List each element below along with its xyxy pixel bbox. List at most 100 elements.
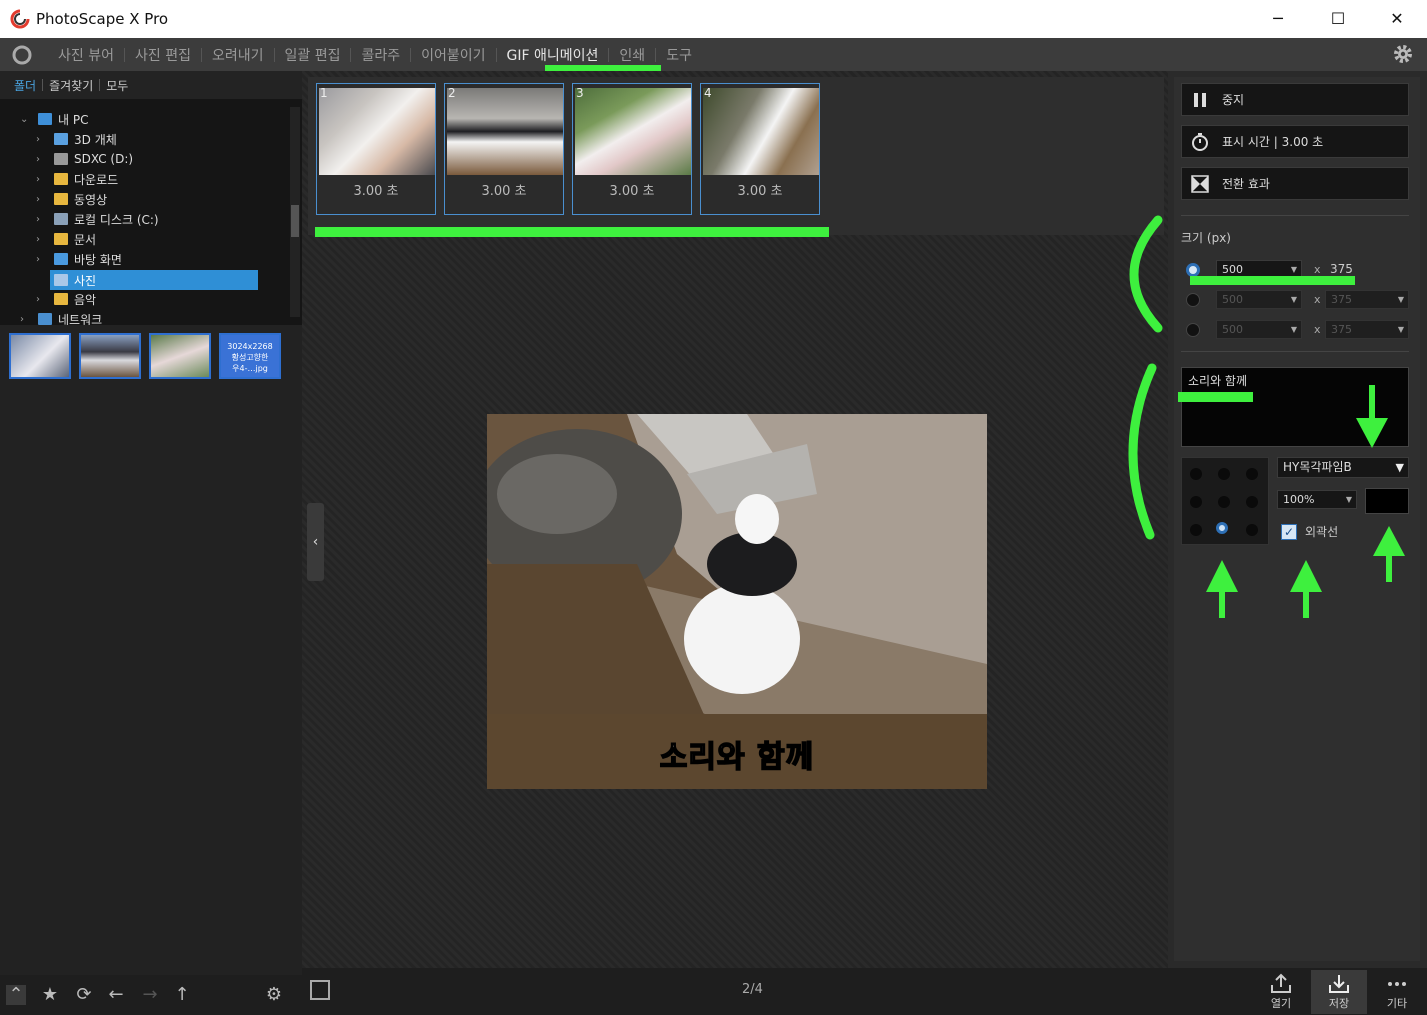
open-button[interactable]: 열기 xyxy=(1253,970,1309,1014)
position-top-center[interactable] xyxy=(1218,468,1230,480)
home-icon[interactable] xyxy=(10,44,34,66)
page-indicator: 2/4 xyxy=(742,982,763,997)
annotation-underline xyxy=(315,227,829,237)
text-color-swatch[interactable] xyxy=(1365,488,1409,514)
folder-icon xyxy=(54,253,68,265)
folder-icon xyxy=(54,133,68,145)
folder-icon xyxy=(54,173,68,185)
tree-item-videos[interactable]: › 동영상 xyxy=(36,189,107,209)
tree-item-documents[interactable]: › 문서 xyxy=(36,229,96,249)
tree-item-network[interactable]: › 네트워크 xyxy=(20,309,102,325)
forward-arrow-icon[interactable]: → xyxy=(140,985,160,1005)
tree-item-downloads[interactable]: › 다운로드 xyxy=(36,169,118,189)
main-menu: 사진 뷰어 사진 편집 오려내기 일괄 편집 콜라주 이어붙이기 GIF 애니메… xyxy=(0,38,1427,71)
tree-item-sdxc[interactable]: › SDXC (D:) xyxy=(36,149,133,169)
transition-icon xyxy=(1191,174,1209,193)
up-arrow-icon[interactable]: ↑ xyxy=(172,985,192,1005)
menu-batch[interactable]: 일괄 편집 xyxy=(275,45,351,65)
tree-item-desktop[interactable]: › 바탕 화면 xyxy=(36,249,122,269)
star-icon[interactable]: ★ xyxy=(40,985,60,1005)
position-middle-center[interactable] xyxy=(1218,496,1230,508)
gif-preview: 소리와 함께 xyxy=(487,414,987,789)
folder-icon xyxy=(54,293,68,305)
maximize-button[interactable]: ☐ xyxy=(1315,6,1361,32)
menu-photo-editor[interactable]: 사진 편집 xyxy=(125,45,201,65)
file-thumbnail[interactable] xyxy=(79,333,141,379)
save-button[interactable]: 저장 xyxy=(1311,970,1367,1014)
tree-item-music[interactable]: › 음악 xyxy=(36,289,96,309)
outline-checkbox[interactable]: ✓ 외곽선 xyxy=(1281,523,1338,540)
size-radio-2[interactable] xyxy=(1186,293,1200,307)
annotation-underline xyxy=(545,65,661,71)
tree-item-pictures[interactable]: 사진 xyxy=(50,270,258,290)
collapse-left-panel-button[interactable]: ‹ xyxy=(307,503,324,581)
back-arrow-icon[interactable]: ← xyxy=(106,985,126,1005)
tab-all[interactable]: 모두 xyxy=(100,77,134,94)
window-title: PhotoScape X Pro xyxy=(36,10,169,28)
frame-duration: 3.00 초 xyxy=(609,184,655,199)
gif-frame[interactable]: 2 3.00 초 xyxy=(444,83,564,215)
scale-select[interactable]: 100% ▼ xyxy=(1277,490,1357,509)
position-bottom-right[interactable] xyxy=(1246,524,1258,536)
display-time-button[interactable]: 표시 시간 | 3.00 초 xyxy=(1181,125,1409,158)
position-top-right[interactable] xyxy=(1246,468,1258,480)
menu-photo-viewer[interactable]: 사진 뷰어 xyxy=(48,45,124,65)
position-middle-left[interactable] xyxy=(1190,496,1202,508)
gif-frame[interactable]: 3 3.00 초 xyxy=(572,83,692,215)
menu-print[interactable]: 인쇄 xyxy=(609,45,655,65)
font-select[interactable]: HY목각파임B ▼ xyxy=(1277,457,1409,478)
upload-icon xyxy=(1271,973,1291,993)
caption-text-input[interactable]: 소리와 함께 xyxy=(1181,367,1409,447)
file-thumbnail[interactable] xyxy=(9,333,71,379)
workspace: 1 3.00 초 2 3.00 초 3 3.00 초 4 3.00 초 ‹ 소리… xyxy=(302,71,1168,968)
position-bottom-left[interactable] xyxy=(1190,524,1202,536)
drive-icon xyxy=(54,213,68,225)
gif-frame[interactable]: 1 3.00 초 xyxy=(316,83,436,215)
download-icon xyxy=(1329,975,1349,993)
stop-button[interactable]: 중지 xyxy=(1181,83,1409,116)
position-middle-right[interactable] xyxy=(1246,496,1258,508)
size-radio-3[interactable] xyxy=(1186,323,1200,337)
position-top-left[interactable] xyxy=(1190,468,1202,480)
frame-image xyxy=(319,88,435,175)
position-bottom-center[interactable] xyxy=(1216,522,1228,534)
frame-image xyxy=(447,88,563,175)
menu-collage[interactable]: 콜라주 xyxy=(351,45,410,65)
drive-icon xyxy=(54,153,68,165)
text-position-grid xyxy=(1181,457,1269,545)
transition-effect-button[interactable]: 전환 효과 xyxy=(1181,167,1409,200)
height-select-2[interactable]: 375 ▼ xyxy=(1325,290,1409,309)
more-button[interactable]: 기타 xyxy=(1369,970,1425,1014)
menu-gif-animation[interactable]: GIF 애니메이션 xyxy=(497,45,609,65)
height-select-3[interactable]: 375 ▼ xyxy=(1325,320,1409,339)
checkbox-checked-icon[interactable]: ✓ xyxy=(1281,523,1297,540)
gif-frame[interactable]: 4 3.00 초 xyxy=(700,83,820,215)
width-select-3[interactable]: 500 ▼ xyxy=(1216,320,1302,339)
tab-favorites[interactable]: 즐겨찾기 xyxy=(43,77,99,94)
right-panel: 중지 표시 시간 | 3.00 초 전환 효과 크기 (px) 500 ▼ x 3… xyxy=(1168,71,1427,968)
minimize-button[interactable]: ─ xyxy=(1255,6,1301,32)
menu-cut-out[interactable]: 오려내기 xyxy=(202,45,274,65)
file-thumbnail[interactable]: 3024x2268 황성고향한 우4-…jpg xyxy=(219,333,281,379)
settings-gear-icon[interactable] xyxy=(1392,43,1414,65)
compare-toggle-icon[interactable] xyxy=(310,980,330,1000)
file-thumbnail[interactable] xyxy=(149,333,211,379)
close-button[interactable]: ✕ xyxy=(1374,6,1420,32)
folder-icon xyxy=(54,274,68,286)
network-icon xyxy=(38,313,52,325)
settings-gear-icon[interactable]: ⚙ xyxy=(264,985,284,1005)
size-label: 크기 (px) xyxy=(1181,231,1231,245)
tree-scrollbar-thumb[interactable] xyxy=(291,205,299,237)
frame-duration: 3.00 초 xyxy=(481,184,527,199)
tree-item-my-pc[interactable]: ⌄ 내 PC xyxy=(20,109,88,129)
tree-item-local-disk[interactable]: › 로컬 디스크 (C:) xyxy=(36,209,159,229)
title-bar: PhotoScape X Pro ─ ☐ ✕ xyxy=(0,0,1427,38)
tab-folder[interactable]: 폴더 xyxy=(8,77,42,94)
chevron-up-icon[interactable]: ⌃ xyxy=(6,985,26,1005)
menu-combine[interactable]: 이어붙이기 xyxy=(411,45,495,65)
menu-tools[interactable]: 도구 xyxy=(656,45,702,65)
refresh-icon[interactable]: ⟳ xyxy=(74,985,94,1005)
tree-item-3d[interactable]: › 3D 개체 xyxy=(36,129,117,149)
size-radio-1[interactable] xyxy=(1186,263,1200,277)
width-select-2[interactable]: 500 ▼ xyxy=(1216,290,1302,309)
